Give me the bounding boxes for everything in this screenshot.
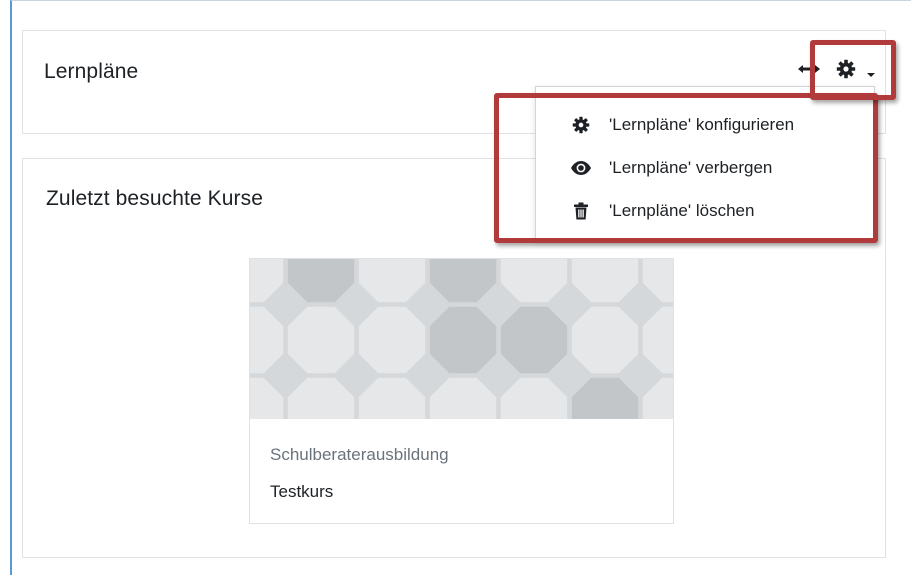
lernplaene-block-title: Lernpläne: [44, 60, 139, 83]
dropdown-item-delete[interactable]: 'Lernpläne' löschen: [536, 193, 874, 229]
course-name-link[interactable]: Testkurs: [270, 482, 333, 502]
trash-icon: [570, 200, 592, 222]
gear-icon[interactable]: [836, 59, 856, 79]
caret-down-icon[interactable]: [866, 66, 876, 77]
course-card[interactable]: Schulberaterausbildung Testkurs: [249, 258, 674, 524]
pattern-octagon: [356, 304, 428, 376]
dropdown-item-label: 'Lernpläne' löschen: [609, 201, 755, 220]
dropdown-item-hide[interactable]: 'Lernpläne' verbergen: [536, 150, 874, 186]
pattern-octagon: [427, 304, 499, 376]
course-category: Schulberaterausbildung: [270, 445, 449, 464]
move-arrows-icon[interactable]: [797, 59, 821, 79]
pattern-octagon: [569, 304, 641, 376]
eye-icon: [570, 157, 592, 179]
pattern-octagon: [285, 304, 357, 376]
block-actions-dropdown: 'Lernpläne' konfigurieren 'Lernpläne' ve…: [535, 86, 875, 240]
pattern-octagon: [498, 304, 570, 376]
gear-icon: [570, 114, 592, 136]
dropdown-item-label: 'Lernpläne' konfigurieren: [609, 115, 795, 134]
dropdown-item-label: 'Lernpläne' verbergen: [609, 158, 773, 177]
course-image-pattern: [250, 259, 673, 419]
recent-courses-title: Zuletzt besuchte Kurse: [46, 187, 263, 210]
dropdown-item-configure[interactable]: 'Lernpläne' konfigurieren: [536, 107, 874, 143]
